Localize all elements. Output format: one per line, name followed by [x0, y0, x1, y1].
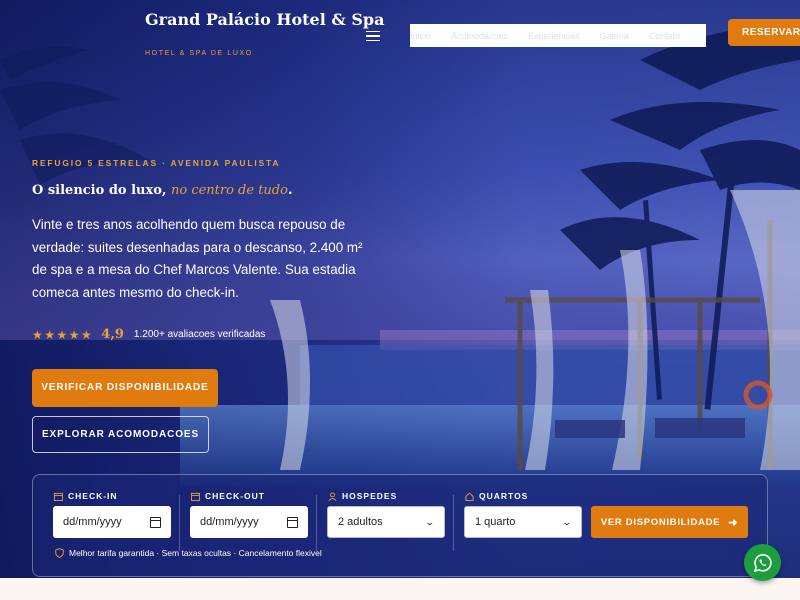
hero-eyebrow: REFUGIO 5 ESTRELAS · AVENIDA PAULISTA [32, 158, 281, 168]
checkin-date-input[interactable]: dd/mm/yyyy [53, 506, 171, 538]
search-button-label: VER DISPONIBILIDADE [600, 516, 721, 528]
next-section-edge [0, 578, 800, 600]
hero-section: Grand Palácio Hotel & Spa HOTEL & SPA DE… [0, 0, 800, 578]
headline-accent: no centro de tudo [170, 183, 288, 198]
guests-value: 2 adultos [338, 516, 383, 528]
checkout-placeholder: dd/mm/yyyy [200, 516, 259, 528]
divider [179, 495, 180, 551]
user-icon [328, 491, 337, 501]
brand-name[interactable]: Grand Palácio Hotel & Spa [145, 10, 384, 29]
divider [316, 495, 317, 551]
star-rating-icons: ★★★★★ [32, 327, 94, 342]
hero-headline: O silencio do luxo, no centro de tudo. [32, 183, 292, 198]
rooms-value: 1 quarto [475, 516, 516, 528]
nav-item-contato[interactable]: Contato [649, 31, 681, 41]
checkin-label-text: CHECK-IN [68, 491, 118, 501]
divider [453, 495, 454, 551]
booking-form: CHECK-IN dd/mm/yyyy CHECK-OUT dd/mm/yyyy… [32, 474, 768, 577]
checkin-placeholder: dd/mm/yyyy [63, 516, 122, 528]
search-availability-button[interactable]: VER DISPONIBILIDADE ➜ [591, 506, 748, 538]
checkout-label-text: CHECK-OUT [205, 491, 265, 501]
home-icon [465, 491, 474, 501]
calendar-icon [191, 492, 200, 501]
reserve-button[interactable]: RESERVAR AGORA [728, 19, 800, 46]
whatsapp-button[interactable] [744, 544, 781, 581]
arrow-right-icon: ➜ [728, 516, 739, 529]
rating-score: 4,9 [101, 327, 124, 342]
calendar-icon [54, 492, 63, 501]
hero-lead: Vinte e tres anos acolhendo quem busca r… [32, 217, 363, 300]
nav-item-galeria[interactable]: Galeria [600, 31, 629, 41]
chevron-down-icon: ⌄ [424, 516, 436, 527]
headline-main: O silencio do luxo, [32, 183, 171, 198]
nav-item-experiencias[interactable]: Experiencias [528, 31, 580, 41]
headline-end: . [287, 183, 293, 198]
guests-label-text: HOSPEDES [342, 491, 398, 501]
rating-count: 1.200+ avaliacoes verificadas [133, 329, 266, 340]
calendar-picker-icon[interactable] [150, 516, 161, 528]
chevron-down-icon: ⌄ [561, 516, 573, 527]
checkout-label: CHECK-OUT [191, 491, 265, 501]
guests-label: HOSPEDES [328, 491, 397, 501]
rooms-label: QUARTOS [465, 491, 528, 501]
rating: ★★★★★ 4,9 1.200+ avaliacoes verificadas [32, 327, 265, 342]
checkout-date-input[interactable]: dd/mm/yyyy [190, 506, 308, 538]
whatsapp-icon [753, 553, 772, 572]
check-availability-button[interactable]: VERIFICAR DISPONIBILIDADE [32, 369, 218, 407]
guests-select[interactable]: 2 adultos ⌄ [327, 506, 445, 538]
nav-item-acomodacoes[interactable]: Acomodacoes [451, 31, 508, 41]
nav-item-inicio[interactable]: Inicio [410, 31, 431, 41]
shield-icon [55, 548, 64, 558]
booking-notes-text: Melhor tarifa garantida · Sem taxas ocul… [69, 548, 322, 558]
hamburger-icon[interactable] [366, 31, 380, 41]
rooms-select[interactable]: 1 quarto ⌄ [464, 506, 582, 538]
booking-notes: Melhor tarifa garantida · Sem taxas ocul… [55, 548, 322, 558]
calendar-picker-icon[interactable] [287, 516, 298, 528]
brand-tagline: HOTEL & SPA DE LUXO [145, 50, 253, 57]
explore-rooms-button[interactable]: EXPLORAR ACOMODACOES [32, 416, 209, 453]
rooms-label-text: QUARTOS [479, 491, 529, 501]
main-nav: Inicio Acomodacoes Experiencias Galeria … [410, 24, 706, 47]
checkin-label: CHECK-IN [54, 491, 118, 501]
